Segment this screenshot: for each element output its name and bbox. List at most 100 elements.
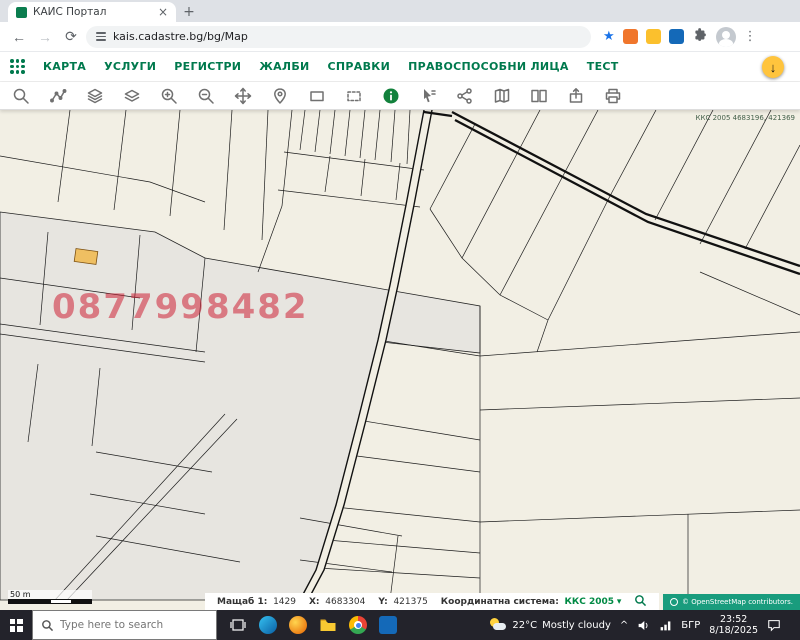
osm-attribution-text: © OpenStreetMap contributors. [682,598,793,606]
start-button[interactable] [0,610,32,640]
edge-app-icon[interactable] [259,616,277,634]
nav-item-uslugi[interactable]: УСЛУГИ [104,60,156,73]
scale-bar: 50 m [8,590,92,604]
pan-tool-button[interactable] [234,87,252,105]
tray-chevron-up-icon[interactable]: ^ [620,620,628,631]
draw-nodes-tool-button[interactable] [49,87,67,105]
blue-app-icon[interactable] [379,616,397,634]
site-settings-icon[interactable] [96,32,106,41]
extension-icon-blue[interactable] [669,29,684,44]
task-view-button[interactable] [229,616,247,634]
rectangle-icon [308,87,326,105]
nav-item-karta[interactable]: КАРТА [43,60,86,73]
weather-temp: 22°C [512,620,537,631]
browser-address-bar: ← → ⟳ kais.cadastre.bg/bg/Map ★ ⋮ [0,22,800,52]
export-tool-button[interactable] [567,87,585,105]
print-tool-button[interactable] [604,87,622,105]
portal-nav-bar: КАРТА УСЛУГИ РЕГИСТРИ ЖАЛБИ СПРАВКИ ПРАВ… [0,52,800,82]
apps-grid-icon[interactable] [10,59,25,74]
extensions-puzzle-icon[interactable] [692,27,708,47]
zoom-in-icon [160,87,178,105]
windows-taskbar: 22°C Mostly cloudy ^ БГР 23:52 8/18/2025 [0,610,800,640]
map-viewport[interactable]: 0877998482 ККС 2005 4683196, 421369 50 m… [0,110,800,610]
back-icon[interactable]: ← [8,29,30,45]
rect-select-tool-button[interactable] [308,87,326,105]
nav-item-zhalbi[interactable]: ЖАЛБИ [259,60,309,73]
zoom-in-tool-button[interactable] [160,87,178,105]
crs-value[interactable]: ККС 2005 [565,597,615,607]
osm-attribution[interactable]: © OpenStreetMap contributors. [663,594,800,610]
weather-icon [489,617,507,633]
print-icon [604,87,622,105]
info-tool-button[interactable] [382,87,400,105]
layers-outline-tool-button[interactable] [123,87,141,105]
layers-tool-button[interactable] [86,87,104,105]
volume-icon[interactable] [637,619,650,632]
extension-icon-orange[interactable] [623,29,638,44]
pan-icon [234,87,252,105]
watermark-phone: 0877998482 [52,287,309,327]
pointer-info-icon [419,87,437,105]
location-pin-icon [271,87,289,105]
scale-bar-label: 50 m [8,590,92,599]
taskbar-search-input[interactable] [60,619,200,631]
status-search-icon[interactable] [634,594,647,610]
bookmark-star-icon[interactable]: ★ [603,29,615,44]
url-text: kais.cadastre.bg/bg/Map [113,30,248,43]
pointer-info-tool-button[interactable] [419,87,437,105]
rect-dashed-tool-button[interactable] [345,87,363,105]
search-tool-button[interactable] [12,87,30,105]
map-tool-button[interactable] [493,87,511,105]
profile-avatar[interactable] [716,27,736,47]
compare-panes-icon [530,87,548,105]
file-explorer-icon[interactable] [319,616,337,634]
map-status-bar: Мащаб 1: 1429 X: 4683304 Y: 421375 Коорд… [205,593,659,610]
windows-logo-icon [10,619,23,632]
nav-item-spravki[interactable]: СПРАВКИ [328,60,391,73]
clock-time: 23:52 [720,614,747,625]
compare-tool-button[interactable] [530,87,548,105]
clock-date: 8/18/2025 [709,625,758,636]
language-indicator[interactable]: БГР [681,620,700,631]
network-icon[interactable] [659,619,672,632]
share-nodes-icon [456,87,474,105]
new-tab-button[interactable]: + [176,2,202,22]
taskbar-search[interactable] [32,610,217,640]
kais-favicon-icon [16,7,27,18]
x-value: 4683304 [325,597,365,607]
x-label: X: [309,597,320,607]
corner-coordinates: ККС 2005 4683196, 421369 [696,114,795,122]
crs-dropdown-icon[interactable]: ▾ [617,597,622,607]
browser-tab[interactable]: КАИС Портал × [8,2,176,22]
osm-logo-icon [670,598,678,606]
extension-icon-yellow[interactable] [646,29,661,44]
layers-outline-icon [123,87,141,105]
download-button[interactable]: ↓ [762,56,784,78]
taskbar-weather[interactable]: 22°C Mostly cloudy [489,617,610,633]
cadastre-map[interactable]: 0877998482 ККС 2005 4683196, 421369 [0,110,800,610]
location-tool-button[interactable] [271,87,289,105]
weather-desc: Mostly cloudy [542,620,611,631]
export-icon [567,87,585,105]
browser-menu-icon[interactable]: ⋮ [744,29,757,44]
reload-icon[interactable]: ⟳ [60,28,82,45]
nav-item-pravosposobni-litsa[interactable]: ПРАВОСПОСОБНИ ЛИЦА [408,60,569,73]
share-tool-button[interactable] [456,87,474,105]
action-center-icon[interactable] [767,618,781,632]
info-icon [382,87,400,105]
layers-icon [86,87,104,105]
forward-icon[interactable]: → [34,29,56,45]
firefox-app-icon[interactable] [289,616,307,634]
scale-bar-graphic [8,599,92,604]
url-bar[interactable]: kais.cadastre.bg/bg/Map [86,26,591,48]
scale-value[interactable]: 1429 [273,597,296,607]
nav-item-test[interactable]: ТЕСТ [587,60,619,73]
zoom-out-tool-button[interactable] [197,87,215,105]
taskbar-clock[interactable]: 23:52 8/18/2025 [709,614,758,637]
tab-title: КАИС Портал [33,6,152,18]
crs-label: Координатна система: [441,597,559,607]
building [74,249,98,265]
chrome-app-icon[interactable] [349,616,367,634]
nav-item-registri[interactable]: РЕГИСТРИ [174,60,241,73]
tab-close-icon[interactable]: × [158,6,168,18]
